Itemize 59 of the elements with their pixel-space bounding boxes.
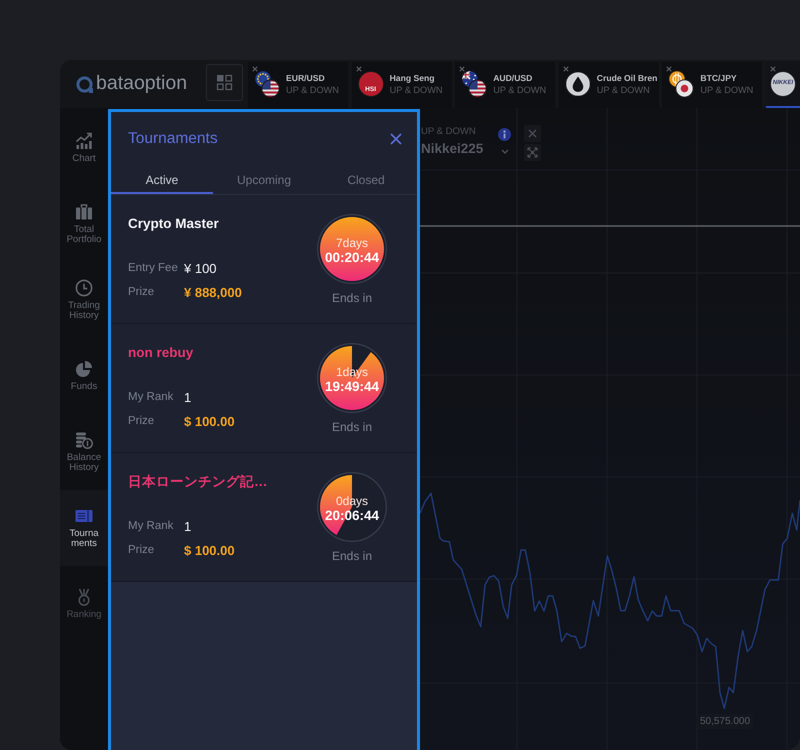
clock-icon bbox=[75, 279, 93, 297]
tournament-title: non rebuy bbox=[128, 344, 194, 362]
countdown-caption: Ends in bbox=[332, 420, 372, 434]
field-value: 1 bbox=[184, 389, 192, 408]
close-icon[interactable] bbox=[562, 66, 569, 72]
panel-title: Tournaments bbox=[128, 130, 218, 146]
close-icon[interactable] bbox=[666, 66, 672, 72]
flags-icon bbox=[461, 70, 488, 98]
pie-chart-icon bbox=[75, 360, 93, 378]
price-label: 50,575.000 bbox=[697, 714, 753, 729]
prize-value: $ 100.00 bbox=[184, 542, 235, 560]
asset-tab[interactable]: Crude Oil Bren UP & DOWN bbox=[558, 62, 659, 108]
time-left: 00:20:44 bbox=[324, 250, 380, 266]
coins-icon bbox=[75, 431, 93, 449]
countdown-caption: Ends in bbox=[332, 549, 372, 563]
sidebar-item[interactable]: Tournaments bbox=[60, 490, 108, 566]
field-label: My Rank bbox=[128, 519, 174, 534]
bar-chart-icon bbox=[75, 132, 93, 150]
close-icon bbox=[528, 129, 538, 138]
grid-icon bbox=[216, 74, 233, 91]
tournament-title: Crypto Master bbox=[128, 215, 220, 233]
prize-value: ¥ 888,000 bbox=[184, 284, 242, 302]
tournament-card[interactable]: Crypto Master Entry Fee ¥ 100 Prize ¥ 888,000 7days 00:20:44 Ends in bbox=[111, 195, 417, 324]
fullscreen-icon bbox=[527, 147, 538, 158]
field-value: 1 bbox=[184, 518, 192, 536]
flags-icon bbox=[254, 70, 280, 98]
field-label: Prize bbox=[128, 543, 156, 558]
close-icon[interactable] bbox=[252, 66, 258, 72]
info-icon[interactable] bbox=[498, 128, 512, 141]
trade-mode: UP & DOWN bbox=[421, 126, 477, 138]
countdown-caption: Ends in bbox=[332, 291, 372, 305]
time-left: 19:49:44 bbox=[324, 379, 380, 395]
logo-icon bbox=[76, 76, 93, 92]
oil-drop-icon bbox=[564, 70, 591, 96]
coin-flag-icon bbox=[668, 70, 694, 98]
days-left: 0days bbox=[336, 494, 368, 508]
close-button[interactable] bbox=[524, 125, 542, 142]
tournament-title: 日本ローンチング記… bbox=[128, 473, 268, 491]
layout-button[interactable] bbox=[206, 64, 243, 101]
close-icon[interactable] bbox=[459, 66, 466, 72]
close-icon[interactable] bbox=[390, 132, 402, 144]
field-value: ¥ 100 bbox=[184, 260, 217, 278]
field-label: Prize bbox=[128, 285, 156, 300]
asset-tab[interactable]: AUD/USD UP & DOWN bbox=[455, 62, 556, 108]
tab[interactable]: Active bbox=[111, 165, 213, 194]
briefcase-icon bbox=[75, 203, 93, 221]
close-icon[interactable] bbox=[770, 66, 776, 72]
field-label: Prize bbox=[128, 414, 156, 430]
chevron-down-icon[interactable] bbox=[500, 149, 509, 154]
ticket-icon bbox=[75, 507, 93, 525]
days-left: 7days bbox=[336, 236, 368, 250]
field-label: Entry Fee bbox=[128, 261, 179, 276]
prize-value: $ 100.00 bbox=[184, 413, 235, 432]
asset-tab[interactable]: BTC/JPY UP & DOWN bbox=[662, 62, 762, 108]
brand-name: bataoption bbox=[96, 74, 188, 94]
asset-tab[interactable]: EUR/USD UP & DOWN bbox=[248, 62, 348, 108]
field-label: My Rank bbox=[128, 390, 174, 406]
fullscreen-button[interactable] bbox=[524, 144, 542, 161]
close-icon[interactable] bbox=[356, 66, 362, 72]
